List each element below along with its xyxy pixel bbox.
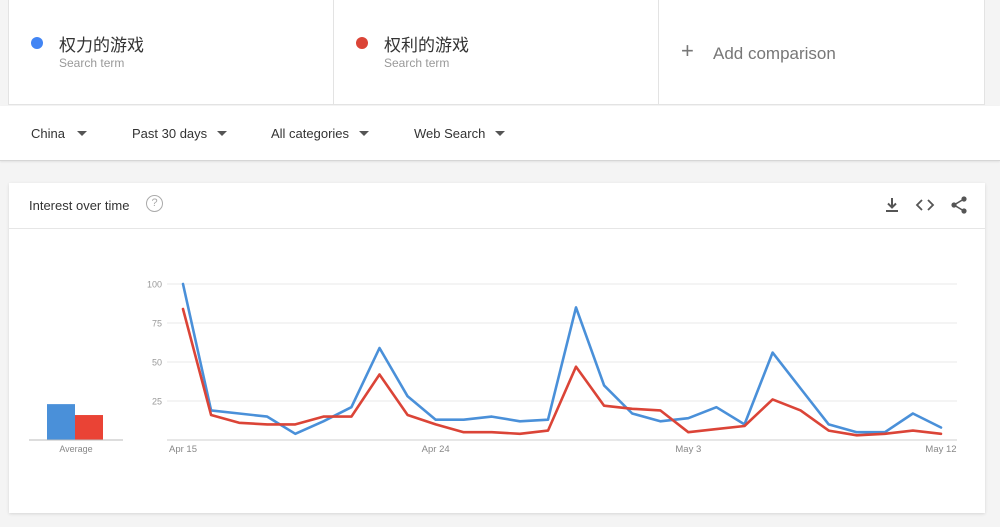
x-tick-label: May 12 [925, 444, 956, 455]
term-1-color-dot [31, 37, 43, 49]
search-term-1[interactable]: 权力的游戏 Search term [8, 0, 334, 105]
average-label: Average [59, 444, 92, 454]
card-header: Interest over time ? [9, 183, 985, 229]
term-1-name[interactable]: 权力的游戏 [59, 31, 144, 56]
comparison-bar: 权力的游戏 Search term 权利的游戏 Search term + Ad… [0, 0, 1000, 105]
card-title: Interest over time [29, 198, 130, 213]
chevron-down-icon [495, 131, 506, 136]
plus-icon: + [681, 38, 694, 63]
add-comparison-label: Add comparison [713, 44, 836, 63]
search-type-dropdown-label: Web Search [414, 126, 486, 141]
x-tick-label: Apr 24 [422, 444, 450, 455]
filter-bar: China Past 30 days All categories Web Se… [0, 106, 1000, 161]
interest-over-time-card: Interest over time ? Average 25 50 75 100 A… [9, 183, 985, 513]
y-tick-label: 50 [152, 358, 162, 368]
time-range-dropdown-label: Past 30 days [132, 126, 208, 141]
y-tick-label: 100 [147, 280, 162, 290]
chevron-down-icon [217, 131, 228, 136]
chevron-down-icon [359, 131, 370, 136]
chevron-down-icon [76, 131, 87, 136]
category-dropdown-label: All categories [271, 126, 350, 141]
add-comparison-button[interactable]: + Add comparison [659, 0, 985, 105]
search-type-dropdown[interactable]: Web Search [414, 126, 506, 141]
interest-line-chart[interactable]: Average 25 50 75 100 Apr 15 Apr 24 May 3 May 1… [9, 229, 985, 513]
average-bar-2 [75, 415, 103, 440]
y-tick-label: 25 [152, 397, 162, 407]
term-2-subtitle: Search term [384, 56, 450, 70]
term-2-name[interactable]: 权利的游戏 [384, 31, 469, 56]
region-dropdown[interactable]: China [31, 126, 87, 141]
embed-icon[interactable] [915, 195, 935, 215]
x-tick-label: May 3 [675, 444, 701, 455]
category-dropdown[interactable]: All categories [271, 126, 370, 141]
region-dropdown-label: China [31, 126, 65, 141]
term-2-color-dot [356, 37, 368, 49]
question-icon[interactable]: ? [146, 195, 163, 212]
term-1-subtitle: Search term [59, 56, 125, 70]
share-icon[interactable] [949, 195, 969, 215]
time-range-dropdown[interactable]: Past 30 days [132, 126, 228, 141]
x-tick-label: Apr 15 [169, 444, 197, 455]
download-icon[interactable] [882, 195, 902, 215]
series-line-2 [181, 307, 943, 437]
series-line-1 [181, 282, 943, 436]
y-tick-label: 75 [152, 319, 162, 329]
average-bar-1 [47, 404, 75, 440]
search-term-2[interactable]: 权利的游戏 Search term [334, 0, 659, 105]
